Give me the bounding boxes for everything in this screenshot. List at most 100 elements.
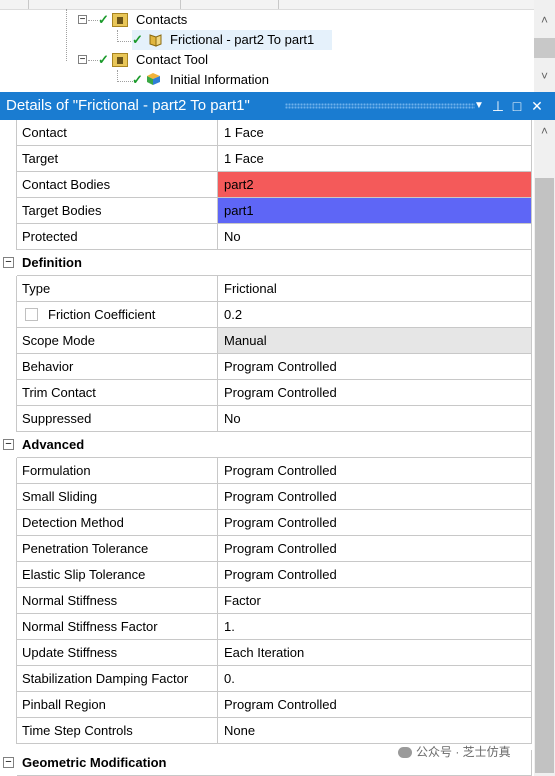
scroll-up-icon[interactable]: ˄	[539, 14, 550, 26]
property-value[interactable]: Each Iteration	[218, 640, 532, 666]
header-grip[interactable]	[285, 103, 475, 109]
property-value[interactable]: Factor	[218, 588, 532, 614]
property-row-behavior[interactable]: Behavior Program Controlled	[0, 354, 534, 380]
property-row-update-stiffness[interactable]: Update Stiffness Each Iteration	[0, 640, 534, 666]
property-row-detection-method[interactable]: Detection Method Program Controlled	[0, 510, 534, 536]
group-advanced[interactable]: − Advanced	[0, 432, 534, 458]
property-name: Friction Coefficient	[17, 302, 218, 328]
tree-item-label: Contact Tool	[136, 52, 209, 67]
maximize-icon[interactable]: □	[508, 96, 526, 116]
cube-icon	[147, 73, 160, 85]
scroll-up-icon[interactable]: ˄	[539, 125, 550, 137]
property-name: Suppressed	[17, 406, 218, 432]
tree-connector	[66, 9, 67, 61]
property-value[interactable]: No	[218, 406, 532, 432]
collapse-icon[interactable]: −	[3, 257, 14, 268]
tree-tab-strip	[0, 0, 534, 10]
property-value[interactable]: part1	[218, 198, 532, 224]
property-row-contact-bodies[interactable]: Contact Bodies part2	[0, 172, 534, 198]
property-row-normal-stiffness-factor[interactable]: Normal Stiffness Factor 1.	[0, 614, 534, 640]
property-name: Small Sliding	[17, 484, 218, 510]
row-gutter	[0, 120, 17, 146]
property-value[interactable]: Program Controlled	[218, 536, 532, 562]
details-header: Details of "Frictional - part2 To part1"…	[0, 92, 555, 120]
property-row-scope-mode[interactable]: Scope Mode Manual	[0, 328, 534, 354]
property-value[interactable]: 1 Face	[218, 120, 532, 146]
property-value[interactable]: None	[218, 718, 532, 744]
dropdown-icon[interactable]: ▼	[470, 96, 488, 116]
row-gutter: −	[0, 432, 17, 458]
property-name: Update Stiffness	[17, 640, 218, 666]
watermark-text: 公众号 · 芝士仿真	[416, 745, 511, 759]
property-row-friction-coefficient[interactable]: Friction Coefficient 0.2	[0, 302, 534, 328]
property-row-time-step-controls[interactable]: Time Step Controls None	[0, 718, 534, 744]
check-icon: ✓	[98, 12, 109, 27]
row-gutter	[0, 484, 17, 510]
property-value[interactable]: 1.	[218, 614, 532, 640]
property-name: Time Step Controls	[17, 718, 218, 744]
property-value[interactable]: 1 Face	[218, 146, 532, 172]
property-value[interactable]: 0.	[218, 666, 532, 692]
tree-item-initial-information[interactable]: ✓ Initial Information	[132, 70, 332, 90]
collapse-icon[interactable]: −	[3, 757, 14, 768]
property-value[interactable]: Program Controlled	[218, 380, 532, 406]
property-row-normal-stiffness[interactable]: Normal Stiffness Factor	[0, 588, 534, 614]
tree-item-frictional[interactable]: ✓ Frictional - part2 To part1	[132, 30, 332, 50]
details-scrollbar[interactable]: ˄	[534, 120, 555, 776]
property-row-elastic-slip-tolerance[interactable]: Elastic Slip Tolerance Program Controlle…	[0, 562, 534, 588]
watermark: 公众号 · 芝士仿真	[398, 744, 511, 760]
property-value[interactable]: No	[218, 224, 532, 250]
chat-icon	[398, 747, 412, 759]
row-gutter	[0, 458, 17, 484]
group-definition[interactable]: − Definition	[0, 250, 534, 276]
property-name: Behavior	[17, 354, 218, 380]
collapse-icon[interactable]: −	[3, 439, 14, 450]
property-row-target-bodies[interactable]: Target Bodies part1	[0, 198, 534, 224]
tree-item-contact-tool[interactable]: − ✓ Contact Tool	[78, 50, 278, 70]
pin-icon[interactable]: ⊥	[489, 96, 507, 116]
property-row-contact[interactable]: Contact 1 Face	[0, 120, 534, 146]
property-value[interactable]: 0.2	[218, 302, 532, 328]
property-name: Stabilization Damping Factor	[17, 666, 218, 692]
property-row-formulation[interactable]: Formulation Program Controlled	[0, 458, 534, 484]
property-name: Normal Stiffness	[17, 588, 218, 614]
property-value[interactable]: Program Controlled	[218, 354, 532, 380]
tab-divider	[28, 0, 29, 9]
property-row-penetration-tolerance[interactable]: Penetration Tolerance Program Controlled	[0, 536, 534, 562]
property-value[interactable]: Program Controlled	[218, 510, 532, 536]
property-row-target[interactable]: Target 1 Face	[0, 146, 534, 172]
property-value[interactable]: Frictional	[218, 276, 532, 302]
property-name: Contact	[17, 120, 218, 146]
property-row-stabilization-damping-factor[interactable]: Stabilization Damping Factor 0.	[0, 666, 534, 692]
property-value[interactable]: Program Controlled	[218, 692, 532, 718]
property-row-trim-contact[interactable]: Trim Contact Program Controlled	[0, 380, 534, 406]
group-label: Definition	[17, 250, 532, 276]
property-name: Trim Contact	[17, 380, 218, 406]
folder-icon	[112, 53, 128, 67]
row-gutter	[0, 588, 17, 614]
tree-item-label: Initial Information	[170, 72, 269, 87]
tree-scroll-thumb[interactable]	[534, 38, 555, 58]
property-value[interactable]: Program Controlled	[218, 484, 532, 510]
row-gutter	[0, 146, 17, 172]
property-row-suppressed[interactable]: Suppressed No	[0, 406, 534, 432]
details-scroll-thumb[interactable]	[535, 178, 554, 773]
parameter-checkbox[interactable]	[25, 308, 38, 322]
collapse-icon[interactable]: −	[78, 55, 87, 65]
property-row-protected[interactable]: Protected No	[0, 224, 534, 250]
property-value[interactable]: part2	[218, 172, 532, 198]
tab-divider	[180, 0, 181, 9]
property-value[interactable]: Program Controlled	[218, 562, 532, 588]
property-value[interactable]: Program Controlled	[218, 458, 532, 484]
collapse-icon[interactable]: −	[78, 15, 87, 25]
tree-scrollbar[interactable]: ˄ ˅	[534, 0, 555, 92]
property-row-pinball-region[interactable]: Pinball Region Program Controlled	[0, 692, 534, 718]
scroll-down-icon[interactable]: ˅	[539, 70, 550, 82]
property-row-type[interactable]: Type Frictional	[0, 276, 534, 302]
row-gutter	[0, 302, 17, 328]
close-icon[interactable]: ✕	[528, 96, 546, 116]
check-icon: ✓	[98, 52, 109, 67]
property-row-small-sliding[interactable]: Small Sliding Program Controlled	[0, 484, 534, 510]
property-value[interactable]: Manual	[218, 328, 532, 354]
tree-item-contacts[interactable]: − ✓ Contacts	[78, 10, 278, 30]
